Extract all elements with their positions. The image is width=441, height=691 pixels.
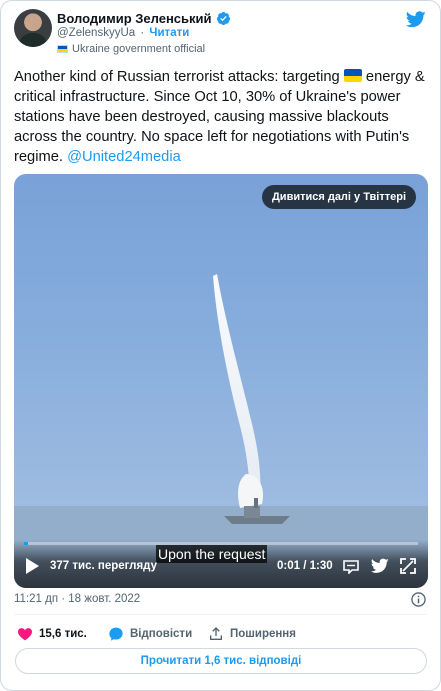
divider [14,614,427,615]
cc-icon[interactable] [342,558,360,574]
reply-button[interactable]: Відповісти [108,625,192,643]
flag-icon [57,45,68,53]
video-frame [14,274,428,588]
tweet-text: Another kind of Russian terrorist attack… [14,67,432,167]
twitter-logo[interactable] [406,11,426,28]
info-icon[interactable] [411,592,426,607]
tweet-timestamp[interactable]: 11:21 дп · 18 жовт. 2022 [14,593,140,605]
author-display-name[interactable]: Володимир Зеленський [57,11,212,26]
tweet-text-part-1: Another kind of Russian terrorist attack… [14,69,340,85]
like-button[interactable]: 15,6 тис. [17,625,87,643]
progress-bar[interactable] [24,542,418,545]
fullscreen-icon[interactable] [400,558,416,574]
mention-link[interactable]: @United24media [67,149,181,165]
share-label: Поширення [230,628,296,640]
progress-fill [24,542,29,545]
author-handle[interactable]: @ZelenskyyUa [57,27,135,39]
separator-dot: · [140,27,145,39]
tweet-card: Володимир Зеленський @ZelenskyyUa · Чита… [0,0,441,691]
heart-icon [18,628,32,641]
affiliation-label: Ukraine government official [72,43,206,55]
share-button[interactable]: Поширення [208,625,296,643]
reply-icon [109,627,123,641]
follow-link[interactable]: Читати [149,27,189,39]
video-control-row: 377 тис. перегляду 0:01 / 1:30 [14,554,428,578]
watch-on-twitter-button[interactable]: Дивитися далі у Твіттері [261,185,416,209]
like-count: 15,6 тис. [39,628,87,640]
view-count: 377 тис. перегляду [50,560,157,572]
read-replies-button[interactable]: Прочитати 1,6 тис. відповіді [15,648,427,674]
author-name-line: Володимир Зеленський [57,9,231,27]
play-icon[interactable] [24,557,40,575]
video-time: 0:01 / 1:30 [277,560,333,572]
affiliation-line: Ukraine government official [57,43,205,55]
video-player[interactable]: Дивитися далі у Твіттері Upon the reques… [14,174,428,588]
verified-icon [216,11,230,25]
avatar[interactable] [14,9,52,47]
share-icon [210,627,222,640]
reply-label: Відповісти [130,628,193,640]
author-handle-line: @ZelenskyyUa · Читати [57,27,189,39]
ukraine-flag-emoji-icon [343,69,362,82]
twitter-bird-icon[interactable] [371,558,389,574]
